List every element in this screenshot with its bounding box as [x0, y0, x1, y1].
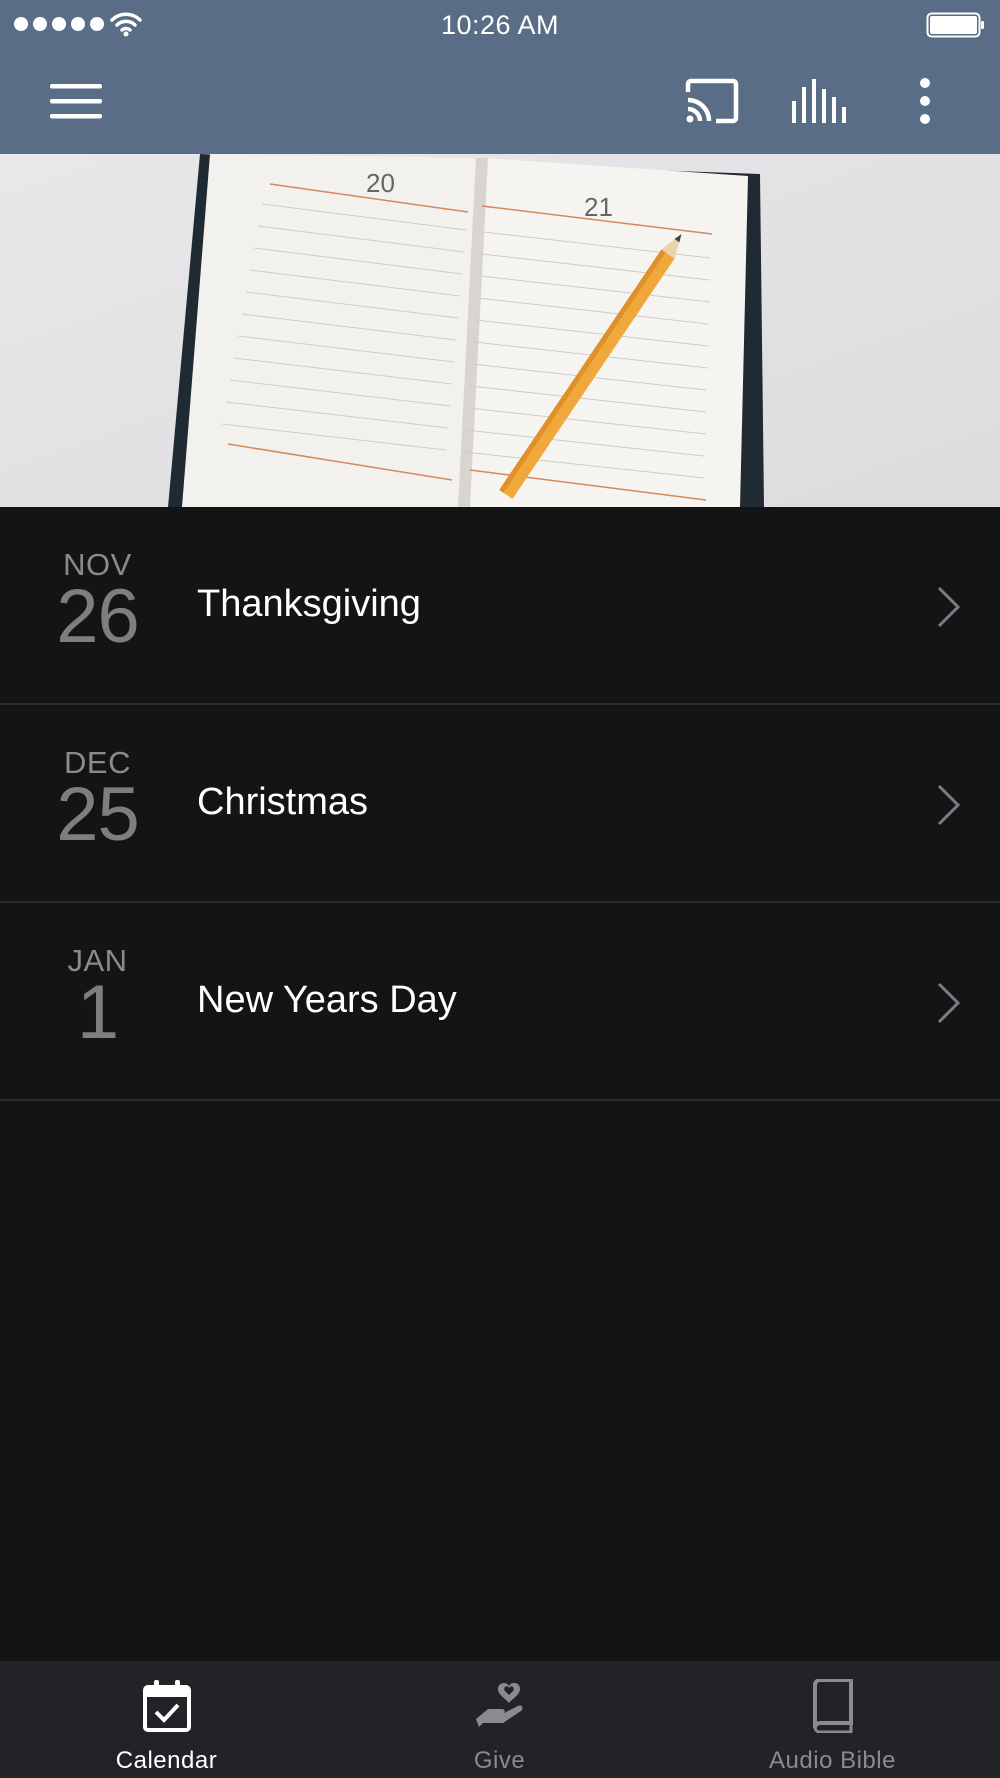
event-day: 26: [56, 574, 140, 659]
chevron-right-icon: [937, 982, 961, 1024]
tab-calendar[interactable]: Calendar: [0, 1661, 333, 1778]
tab-label: Calendar: [115, 1747, 218, 1774]
equalizer-icon: [792, 79, 846, 123]
event-day: 25: [56, 772, 140, 857]
status-time: 10:26 AM: [440, 10, 560, 40]
equalizer-button[interactable]: [782, 72, 854, 130]
event-row-new-years-day[interactable]: JAN 1 New Years Day: [0, 903, 1000, 1101]
hero-image: 20 21: [0, 154, 1000, 507]
heart-hand-icon: [475, 1683, 522, 1727]
book-icon: [812, 1679, 853, 1733]
app-bar: [0, 50, 1000, 154]
planner-illustration: 20 21: [0, 154, 1000, 507]
chevron-right-icon: [937, 586, 961, 628]
menu-button[interactable]: [40, 75, 112, 127]
event-list: NOV 26 Thanksgiving DEC 25 Christmas JAN…: [0, 507, 1000, 1101]
event-title: Thanksgiving: [197, 583, 421, 625]
tab-label: Give: [473, 1747, 526, 1774]
tab-label: Audio Bible: [769, 1747, 896, 1774]
cast-icon: [685, 78, 739, 124]
event-title: New Years Day: [197, 979, 457, 1021]
cast-button[interactable]: [676, 72, 748, 130]
chevron-right-icon: [937, 784, 961, 826]
more-options-button[interactable]: [900, 72, 950, 130]
tab-bar: Calendar Give Audio Bible: [0, 1661, 1000, 1778]
svg-text:21: 21: [584, 192, 613, 222]
svg-text:20: 20: [366, 168, 395, 198]
calendar-check-icon: [142, 1680, 191, 1732]
event-row-christmas[interactable]: DEC 25 Christmas: [0, 705, 1000, 903]
tab-give[interactable]: Give: [333, 1661, 666, 1778]
status-bar: 10:26 AM: [0, 0, 1000, 50]
tab-audio-bible[interactable]: Audio Bible: [666, 1661, 999, 1778]
event-day: 1: [76, 970, 119, 1055]
more-vertical-icon: [920, 78, 930, 124]
menu-icon: [50, 84, 102, 119]
event-row-thanksgiving[interactable]: NOV 26 Thanksgiving: [0, 507, 1000, 705]
event-title: Christmas: [197, 781, 369, 823]
battery-icon: [926, 12, 984, 38]
